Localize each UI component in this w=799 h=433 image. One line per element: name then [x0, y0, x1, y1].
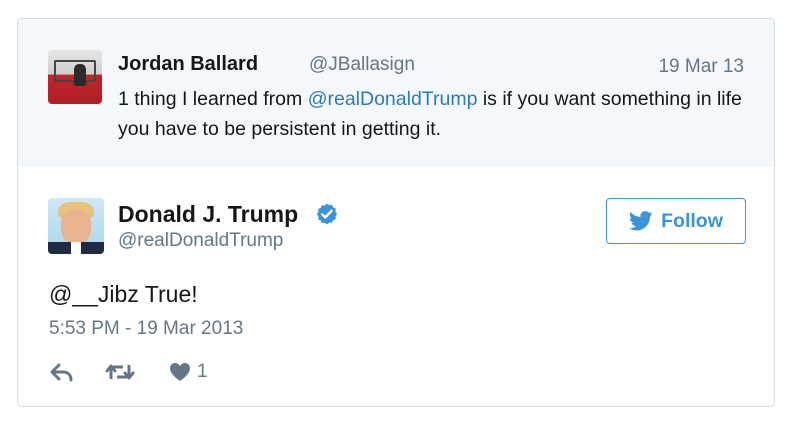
like-button[interactable]: 1 [169, 361, 208, 383]
avatar-shirt-graphic [71, 242, 81, 254]
quoted-author-name[interactable]: Jordan Ballard [118, 53, 258, 76]
tweet-timestamp[interactable]: 5:53 PM - 19 Mar 2013 [49, 318, 243, 340]
tweet-text: @__Jibz True! [49, 281, 198, 307]
reply-button[interactable] [49, 362, 75, 382]
author-handle[interactable]: @realDonaldTrump [118, 230, 283, 252]
quoted-tweet[interactable]: Jordan Ballard @JBallasign 19 Mar 13 1 t… [18, 19, 774, 167]
follow-button-label: Follow [661, 209, 723, 232]
tweet-embed-card: Jordan Ballard @JBallasign 19 Mar 13 1 t… [17, 18, 775, 407]
heart-icon [170, 363, 190, 381]
quoted-tweet-text: 1 thing I learned from @realDonaldTrump … [118, 84, 748, 144]
retweet-icon [105, 364, 135, 380]
author-name[interactable]: Donald J. Trump [118, 201, 298, 228]
verified-badge-icon [316, 203, 338, 225]
quoted-mention-link[interactable]: @realDonaldTrump [308, 88, 478, 110]
avatar-figure-graphic [74, 64, 86, 86]
like-count: 1 [197, 361, 208, 382]
quoted-author-handle[interactable]: @JBallasign [309, 54, 415, 76]
tweet-actions: 1 [49, 357, 208, 387]
avatar-face-graphic [61, 210, 91, 244]
reply-icon [50, 363, 73, 382]
twitter-bird-icon [629, 211, 653, 231]
quoted-tweet-date[interactable]: 19 Mar 13 [658, 56, 744, 78]
author-avatar[interactable] [48, 198, 104, 254]
quoted-author-avatar[interactable] [48, 50, 102, 104]
follow-button[interactable]: Follow [606, 198, 746, 244]
quoted-text-before: 1 thing I learned from [118, 88, 308, 110]
retweet-button[interactable] [105, 361, 135, 383]
